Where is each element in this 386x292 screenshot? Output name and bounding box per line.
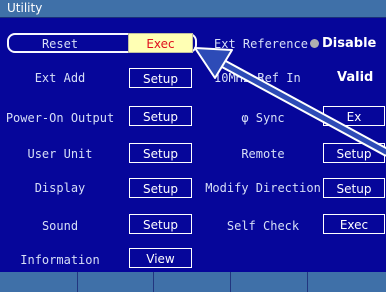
softkey-bar <box>0 272 386 292</box>
softkey-divider <box>77 272 78 292</box>
utility-screen: Utility Reset Exec Ext Add Setup Power-O… <box>0 0 386 292</box>
softkey-divider <box>230 272 231 292</box>
softkey-divider <box>153 272 154 292</box>
softkey-divider <box>307 272 308 292</box>
annotation-arrow <box>194 47 386 157</box>
